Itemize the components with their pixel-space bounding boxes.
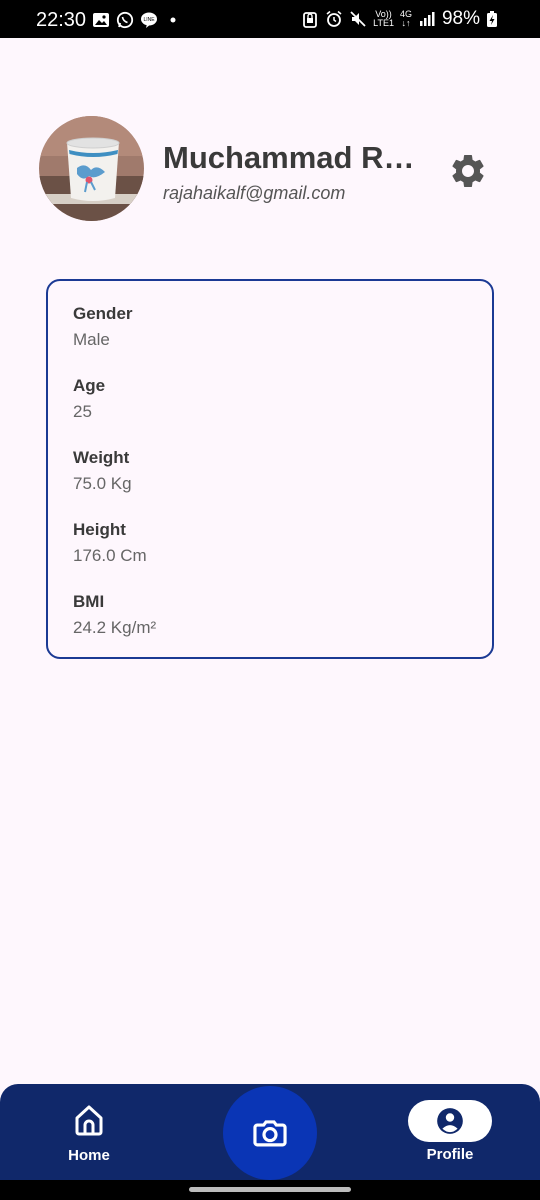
info-label-height: Height xyxy=(73,520,126,539)
mute-icon xyxy=(349,10,367,28)
info-item-bmi: BMI 24.2 Kg/m² xyxy=(73,592,156,638)
system-gesture-area xyxy=(0,1180,540,1200)
nav-profile-label: Profile xyxy=(426,1146,474,1163)
info-label-weight: Weight xyxy=(73,448,130,467)
nav-profile-active-pill xyxy=(408,1100,492,1142)
info-value-height: 176.0 Cm xyxy=(73,546,147,565)
nav-home-label: Home xyxy=(68,1147,110,1164)
alarm-icon xyxy=(325,10,343,28)
gear-icon xyxy=(452,155,484,187)
nav-home[interactable]: Home xyxy=(54,1102,124,1164)
info-item-weight: Weight 75.0 Kg xyxy=(73,448,132,494)
status-bar: 22:30 LINE Vo)) LTE1 4G ↓↑ 98% xyxy=(0,0,540,38)
info-item-height: Height 176.0 Cm xyxy=(73,520,147,566)
profile-info-card: Gender Male Age 25 Weight 75.0 Kg Height… xyxy=(46,279,494,659)
info-label-age: Age xyxy=(73,376,106,395)
profile-header: Muchammad Ra... rajahaikalf@gmail.com xyxy=(0,38,540,258)
line-icon: LINE xyxy=(140,11,158,29)
status-right-icons: Vo)) LTE1 4G ↓↑ 98% xyxy=(301,8,504,30)
data-arrows-icon: ↓↑ xyxy=(401,18,411,28)
network-type-indicator: 4G ↓↑ xyxy=(400,10,412,28)
info-value-bmi: 24.2 Kg/m² xyxy=(73,618,157,637)
signal-icon xyxy=(418,10,436,28)
user-name: Muchammad Ra... xyxy=(163,140,425,175)
whatsapp-icon xyxy=(116,11,134,29)
gallery-icon xyxy=(92,11,110,29)
user-email: rajahaikalf@gmail.com xyxy=(163,183,346,203)
avatar[interactable] xyxy=(39,116,144,221)
battery-charging-icon xyxy=(486,10,504,28)
svg-text:LINE: LINE xyxy=(143,17,155,23)
dot-icon xyxy=(164,11,182,29)
lte-label: LTE1 xyxy=(373,18,394,28)
info-label-bmi: BMI xyxy=(73,592,105,611)
nav-profile[interactable]: Profile xyxy=(406,1100,494,1163)
battery-percent: 98% xyxy=(441,8,480,29)
info-value-weight: 75.0 Kg xyxy=(73,474,132,493)
account-circle-icon xyxy=(437,1108,463,1134)
info-item-gender: Gender Male xyxy=(73,304,133,350)
info-item-age: Age 25 xyxy=(73,376,105,422)
camera-icon xyxy=(253,1120,287,1147)
status-left-icons: LINE xyxy=(92,11,182,29)
vpn-lock-icon xyxy=(301,10,319,28)
home-icon xyxy=(75,1105,103,1136)
info-value-gender: Male xyxy=(73,330,110,349)
camera-button[interactable] xyxy=(223,1086,317,1180)
info-value-age: 25 xyxy=(73,402,92,421)
info-label-gender: Gender xyxy=(73,304,133,323)
status-time: 22:30 xyxy=(36,9,87,31)
volte-indicator: Vo)) LTE1 xyxy=(373,10,394,28)
gesture-handle[interactable] xyxy=(189,1187,351,1192)
settings-button[interactable] xyxy=(448,151,488,191)
